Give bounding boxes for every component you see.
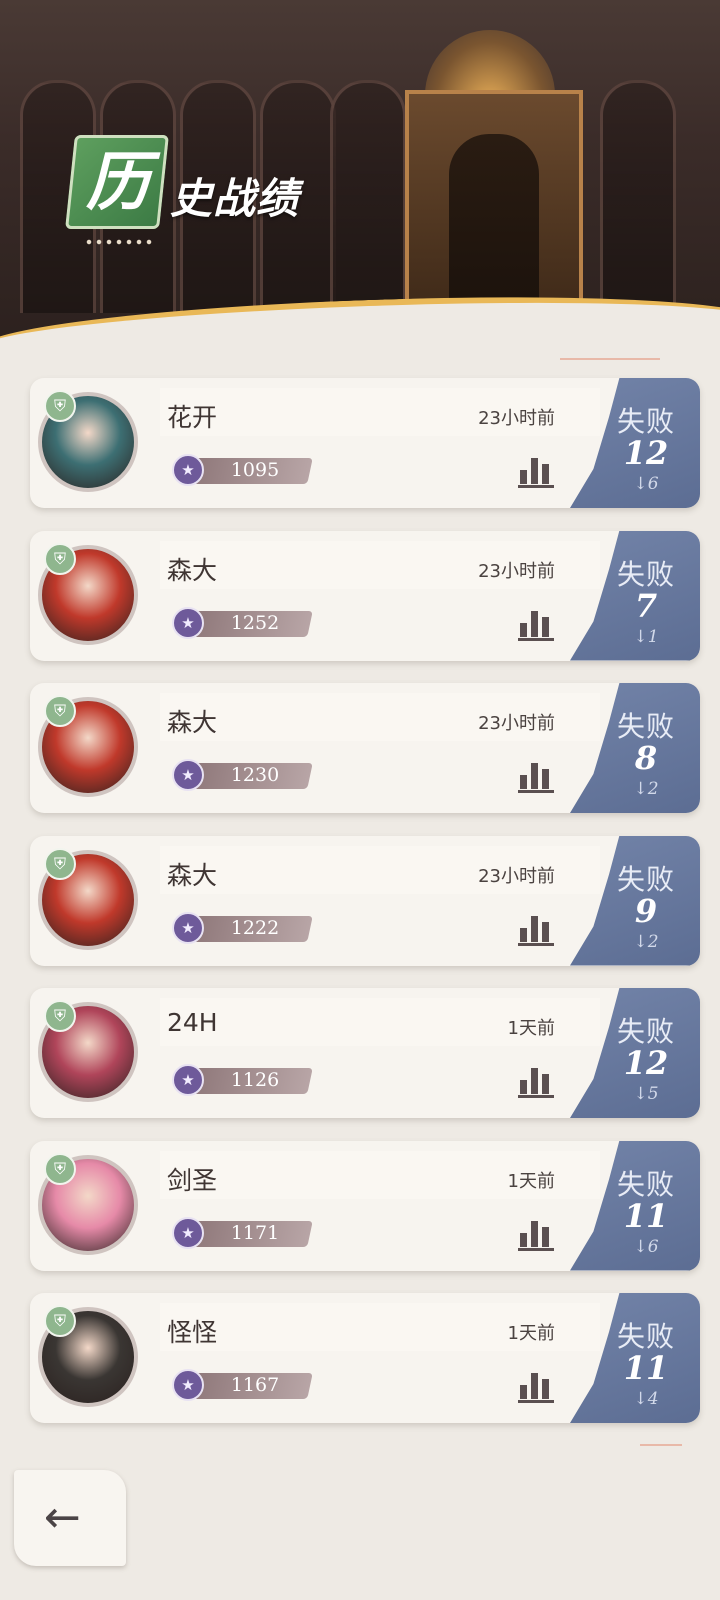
rank-value: 12 <box>623 1044 669 1082</box>
shield-icon: ⛨ <box>44 695 76 727</box>
player-score: 1171 <box>230 1221 280 1244</box>
title-dots-decoration <box>84 239 154 245</box>
rank-change: ↓2 <box>633 931 659 952</box>
bar-chart-icon[interactable] <box>518 605 554 641</box>
trophy-icon: ★ <box>172 759 204 791</box>
player-name: 森大 <box>167 708 218 737</box>
player-score: 1230 <box>230 764 280 786</box>
shield-icon: ⛨ <box>44 1152 76 1185</box>
shield-icon: ⛨ <box>44 542 76 575</box>
header-banner: 历 史战绩 <box>0 0 720 345</box>
rank-change: ↓1 <box>633 626 659 647</box>
title-text: 史战绩 <box>170 174 300 223</box>
title-first-char: 历 <box>86 146 150 220</box>
decorative-line <box>560 358 660 360</box>
trophy-icon: ★ <box>172 606 204 639</box>
decorative-line <box>640 1444 682 1446</box>
shield-icon: ⛨ <box>44 1000 76 1032</box>
bar-chart-icon[interactable] <box>518 1367 554 1403</box>
player-score: 1095 <box>230 459 280 481</box>
back-arrow-icon: ← <box>44 1492 81 1543</box>
shield-icon: ⛨ <box>44 390 76 422</box>
arch <box>330 80 406 313</box>
rank-change: ↓4 <box>633 1389 659 1409</box>
shield-icon: ⛨ <box>44 847 76 880</box>
player-name: 花开 <box>167 403 218 432</box>
history-card[interactable]: ⛨ 花开 23小时前 ★ 1095 失败 12 ↓6 <box>30 378 700 508</box>
rank-change: ↓2 <box>633 779 659 799</box>
rank-value: 11 <box>623 1196 669 1235</box>
history-card[interactable]: ⛨ 森大 23小时前 ★ 1252 失败 7 ↓1 <box>30 530 700 661</box>
trophy-icon: ★ <box>172 1369 204 1401</box>
rank-value: 12 <box>623 434 669 472</box>
rank-value: 11 <box>623 1349 669 1387</box>
match-time: 23小时前 <box>478 408 555 429</box>
rank-change: ↓5 <box>633 1084 659 1104</box>
bar-chart-icon[interactable] <box>518 910 554 946</box>
shield-icon: ⛨ <box>44 1305 76 1337</box>
trophy-icon: ★ <box>172 1216 204 1249</box>
back-button[interactable]: ← <box>14 1470 126 1566</box>
bar-chart-icon[interactable] <box>518 452 554 488</box>
player-name: 24H <box>167 1008 218 1037</box>
rank-value: 8 <box>634 739 658 777</box>
match-time: 23小时前 <box>478 713 555 734</box>
match-time: 1天前 <box>507 1323 555 1344</box>
match-time: 1天前 <box>507 1170 555 1192</box>
player-score: 1126 <box>230 1069 280 1091</box>
trophy-icon: ★ <box>172 911 204 944</box>
player-name: 森大 <box>167 555 218 585</box>
player-score: 1222 <box>230 916 280 939</box>
player-score: 1252 <box>230 611 280 634</box>
player-name: 森大 <box>167 860 218 890</box>
rank-value: 7 <box>634 586 658 625</box>
history-card[interactable]: ⛨ 24H 1天前 ★ 1126 失败 12 ↓5 <box>30 988 700 1118</box>
bar-chart-icon[interactable] <box>518 757 554 793</box>
trophy-icon: ★ <box>172 1064 204 1096</box>
match-time: 23小时前 <box>478 865 555 887</box>
history-card[interactable]: ⛨ 森大 23小时前 ★ 1222 失败 9 ↓2 <box>30 835 700 966</box>
match-time: 23小时前 <box>478 560 555 582</box>
bar-chart-icon[interactable] <box>518 1215 554 1251</box>
history-card[interactable]: ⛨ 怪怪 1天前 ★ 1167 失败 11 ↓4 <box>30 1293 700 1423</box>
trophy-icon: ★ <box>172 454 204 486</box>
history-card[interactable]: ⛨ 森大 23小时前 ★ 1230 失败 8 ↓2 <box>30 683 700 813</box>
match-time: 1天前 <box>507 1018 555 1039</box>
player-score: 1167 <box>230 1374 280 1396</box>
bar-chart-icon[interactable] <box>518 1062 554 1098</box>
player-name: 剑圣 <box>167 1165 218 1195</box>
rank-value: 9 <box>634 891 658 930</box>
history-card[interactable]: ⛨ 剑圣 1天前 ★ 1171 失败 11 ↓6 <box>30 1140 700 1271</box>
rank-change: ↓6 <box>633 474 659 494</box>
arch <box>600 80 676 313</box>
player-name: 怪怪 <box>167 1318 218 1347</box>
rank-change: ↓6 <box>633 1236 659 1257</box>
